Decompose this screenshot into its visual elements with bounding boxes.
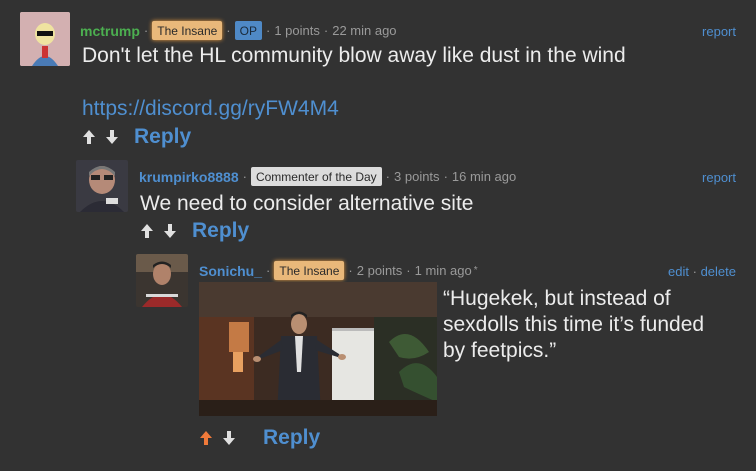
avatar[interactable] [136,254,188,307]
points: 1 points [274,23,320,38]
avatar[interactable] [76,160,128,212]
separator: · [323,23,329,38]
comment-meta: Sonichu_ · The Insane · 2 points · 1 min… [199,261,478,280]
avatar[interactable] [20,12,70,66]
comment-body: Don't let the HL community blow away lik… [82,44,626,67]
downvote-icon[interactable] [222,430,236,446]
op-badge: OP [234,21,262,40]
upvote-icon[interactable] [140,223,154,239]
username[interactable]: Sonichu_ [199,263,262,279]
downvote-icon[interactable] [105,129,119,145]
user-flair: The Insane [152,21,223,40]
comment-actions: Reply [140,219,249,243]
separator: · [226,23,231,38]
points: 3 points [394,169,440,184]
timestamp: 16 min ago [451,169,517,184]
comment-meta: mctrump · The Insane · OP · 1 points · 2… [80,21,397,40]
upvote-icon[interactable] [199,430,213,446]
upvote-icon[interactable] [82,129,96,145]
separator: · [265,23,271,38]
comment-actions: Reply [82,125,191,149]
edit-link[interactable]: edit [668,264,689,279]
points: 2 points [356,263,403,278]
user-flair: The Insane [274,261,345,280]
comment-image[interactable] [199,282,437,416]
reply-button[interactable]: Reply [134,125,191,149]
separator: · [406,263,411,278]
user-flair: Commenter of the Day [250,167,382,186]
downvote-icon[interactable] [163,223,177,239]
comment-body: We need to consider alternative site [140,192,474,215]
separator: · [266,263,271,278]
separator: · [242,169,247,184]
separator: · [692,264,701,279]
reply-button[interactable]: Reply [263,426,320,450]
timestamp: 1 min ago [414,263,472,278]
reply-button[interactable]: Reply [192,219,249,243]
edited-mark: * [473,265,478,276]
comment-body: “Hugekek, but instead of sexdolls this t… [443,287,705,362]
comment-meta: krumpirko8888 · Commenter of the Day · 3… [139,167,516,186]
separator: · [143,23,149,38]
separator: · [443,169,448,184]
discord-link[interactable]: https://discord.gg/ryFW4M4 [82,97,339,121]
timestamp: 22 min ago [332,23,397,38]
owner-actions: edit · delete [668,264,736,279]
separator: · [385,169,391,184]
username[interactable]: krumpirko8888 [139,169,239,185]
username[interactable]: mctrump [80,23,140,39]
report-link[interactable]: report [702,170,736,185]
report-link[interactable]: report [702,24,736,39]
delete-link[interactable]: delete [701,264,736,279]
comment-actions: Reply [199,426,320,450]
separator: · [348,263,353,278]
